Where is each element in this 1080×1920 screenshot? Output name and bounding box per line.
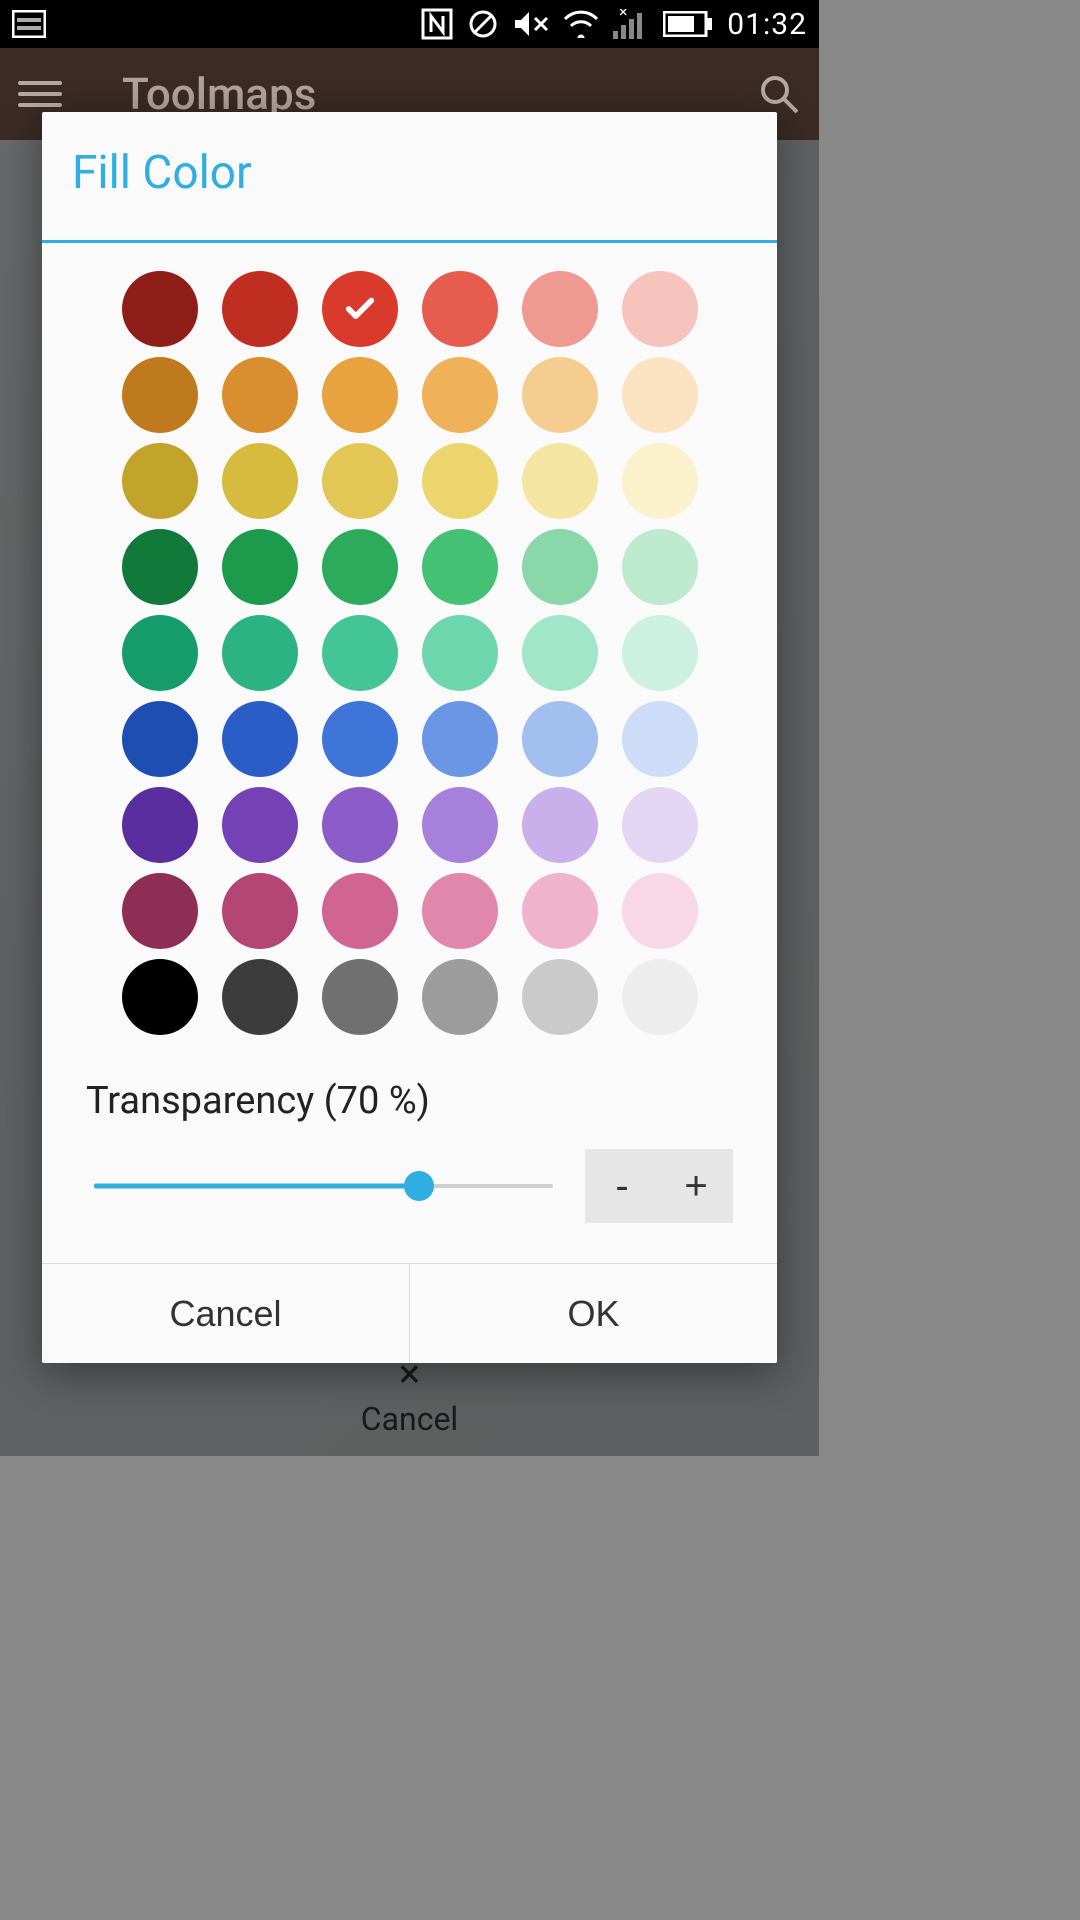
- color-swatch[interactable]: [122, 701, 198, 777]
- transparency-label: Transparency (70 %): [86, 1079, 733, 1123]
- background-cancel-label: Cancel: [0, 1400, 819, 1438]
- menu-icon[interactable]: [18, 72, 62, 116]
- color-swatch[interactable]: [422, 959, 498, 1035]
- dialog-title: Fill Color: [42, 112, 777, 226]
- color-swatch[interactable]: [522, 271, 598, 347]
- color-swatch[interactable]: [222, 787, 298, 863]
- color-swatch[interactable]: [122, 443, 198, 519]
- color-swatch[interactable]: [122, 529, 198, 605]
- color-swatch[interactable]: [622, 701, 698, 777]
- color-swatch[interactable]: [222, 529, 298, 605]
- color-swatch[interactable]: [222, 357, 298, 433]
- color-swatch[interactable]: [422, 787, 498, 863]
- color-swatch[interactable]: [322, 443, 398, 519]
- color-swatch[interactable]: [622, 787, 698, 863]
- color-swatch[interactable]: [322, 357, 398, 433]
- color-swatch[interactable]: [122, 959, 198, 1035]
- color-swatch[interactable]: [522, 443, 598, 519]
- color-swatch[interactable]: [322, 271, 398, 347]
- color-swatch[interactable]: [622, 443, 698, 519]
- background-cancel[interactable]: × Cancel: [0, 1354, 819, 1438]
- fill-color-dialog: Fill Color Transparency (70 %) - + Cance…: [42, 112, 777, 1363]
- color-swatch[interactable]: [622, 271, 698, 347]
- color-swatch[interactable]: [122, 787, 198, 863]
- nfc-icon: [421, 8, 453, 40]
- color-swatch[interactable]: [422, 615, 498, 691]
- color-swatch[interactable]: [122, 873, 198, 949]
- color-swatch[interactable]: [322, 615, 398, 691]
- color-swatch[interactable]: [522, 529, 598, 605]
- color-swatch[interactable]: [222, 443, 298, 519]
- status-bar: × 01:32: [0, 0, 819, 48]
- svg-text:×: ×: [619, 9, 628, 21]
- color-swatch[interactable]: [422, 357, 498, 433]
- check-icon: [322, 271, 398, 347]
- wifi-icon: [563, 10, 599, 38]
- color-swatch[interactable]: [522, 357, 598, 433]
- color-swatch[interactable]: [622, 959, 698, 1035]
- color-swatch[interactable]: [322, 529, 398, 605]
- color-swatch[interactable]: [122, 615, 198, 691]
- ok-button[interactable]: OK: [409, 1264, 777, 1363]
- color-swatch[interactable]: [422, 873, 498, 949]
- search-icon[interactable]: [757, 72, 801, 116]
- color-swatch[interactable]: [422, 701, 498, 777]
- color-swatch[interactable]: [422, 271, 498, 347]
- color-swatch[interactable]: [322, 873, 398, 949]
- notification-icon: [12, 10, 46, 38]
- color-swatch[interactable]: [322, 701, 398, 777]
- color-swatch[interactable]: [522, 701, 598, 777]
- color-swatch[interactable]: [522, 615, 598, 691]
- color-swatch[interactable]: [622, 357, 698, 433]
- volume-muted-icon: [513, 8, 549, 40]
- color-swatch[interactable]: [422, 529, 498, 605]
- color-swatch[interactable]: [322, 787, 398, 863]
- color-swatch[interactable]: [222, 271, 298, 347]
- color-swatch[interactable]: [322, 959, 398, 1035]
- color-swatch[interactable]: [522, 873, 598, 949]
- color-swatch[interactable]: [222, 615, 298, 691]
- transparency-slider[interactable]: [86, 1166, 561, 1206]
- transparency-stepper: - +: [585, 1149, 733, 1223]
- status-clock: 01:32: [727, 7, 807, 42]
- cell-signal-icon: ×: [613, 9, 649, 39]
- color-swatch[interactable]: [122, 357, 198, 433]
- battery-icon: [663, 11, 713, 37]
- decrease-button[interactable]: -: [585, 1149, 659, 1223]
- color-swatch[interactable]: [222, 873, 298, 949]
- color-swatch[interactable]: [622, 529, 698, 605]
- color-swatch[interactable]: [622, 615, 698, 691]
- color-swatch[interactable]: [622, 873, 698, 949]
- color-swatch[interactable]: [122, 271, 198, 347]
- dialog-actions: Cancel OK: [42, 1263, 777, 1363]
- cancel-button[interactable]: Cancel: [42, 1264, 409, 1363]
- color-swatch[interactable]: [422, 443, 498, 519]
- blocked-icon: [467, 8, 499, 40]
- increase-button[interactable]: +: [659, 1149, 733, 1223]
- color-swatch[interactable]: [522, 959, 598, 1035]
- color-swatch-grid: [86, 271, 733, 1035]
- color-swatch[interactable]: [522, 787, 598, 863]
- color-swatch[interactable]: [222, 701, 298, 777]
- color-swatch[interactable]: [222, 959, 298, 1035]
